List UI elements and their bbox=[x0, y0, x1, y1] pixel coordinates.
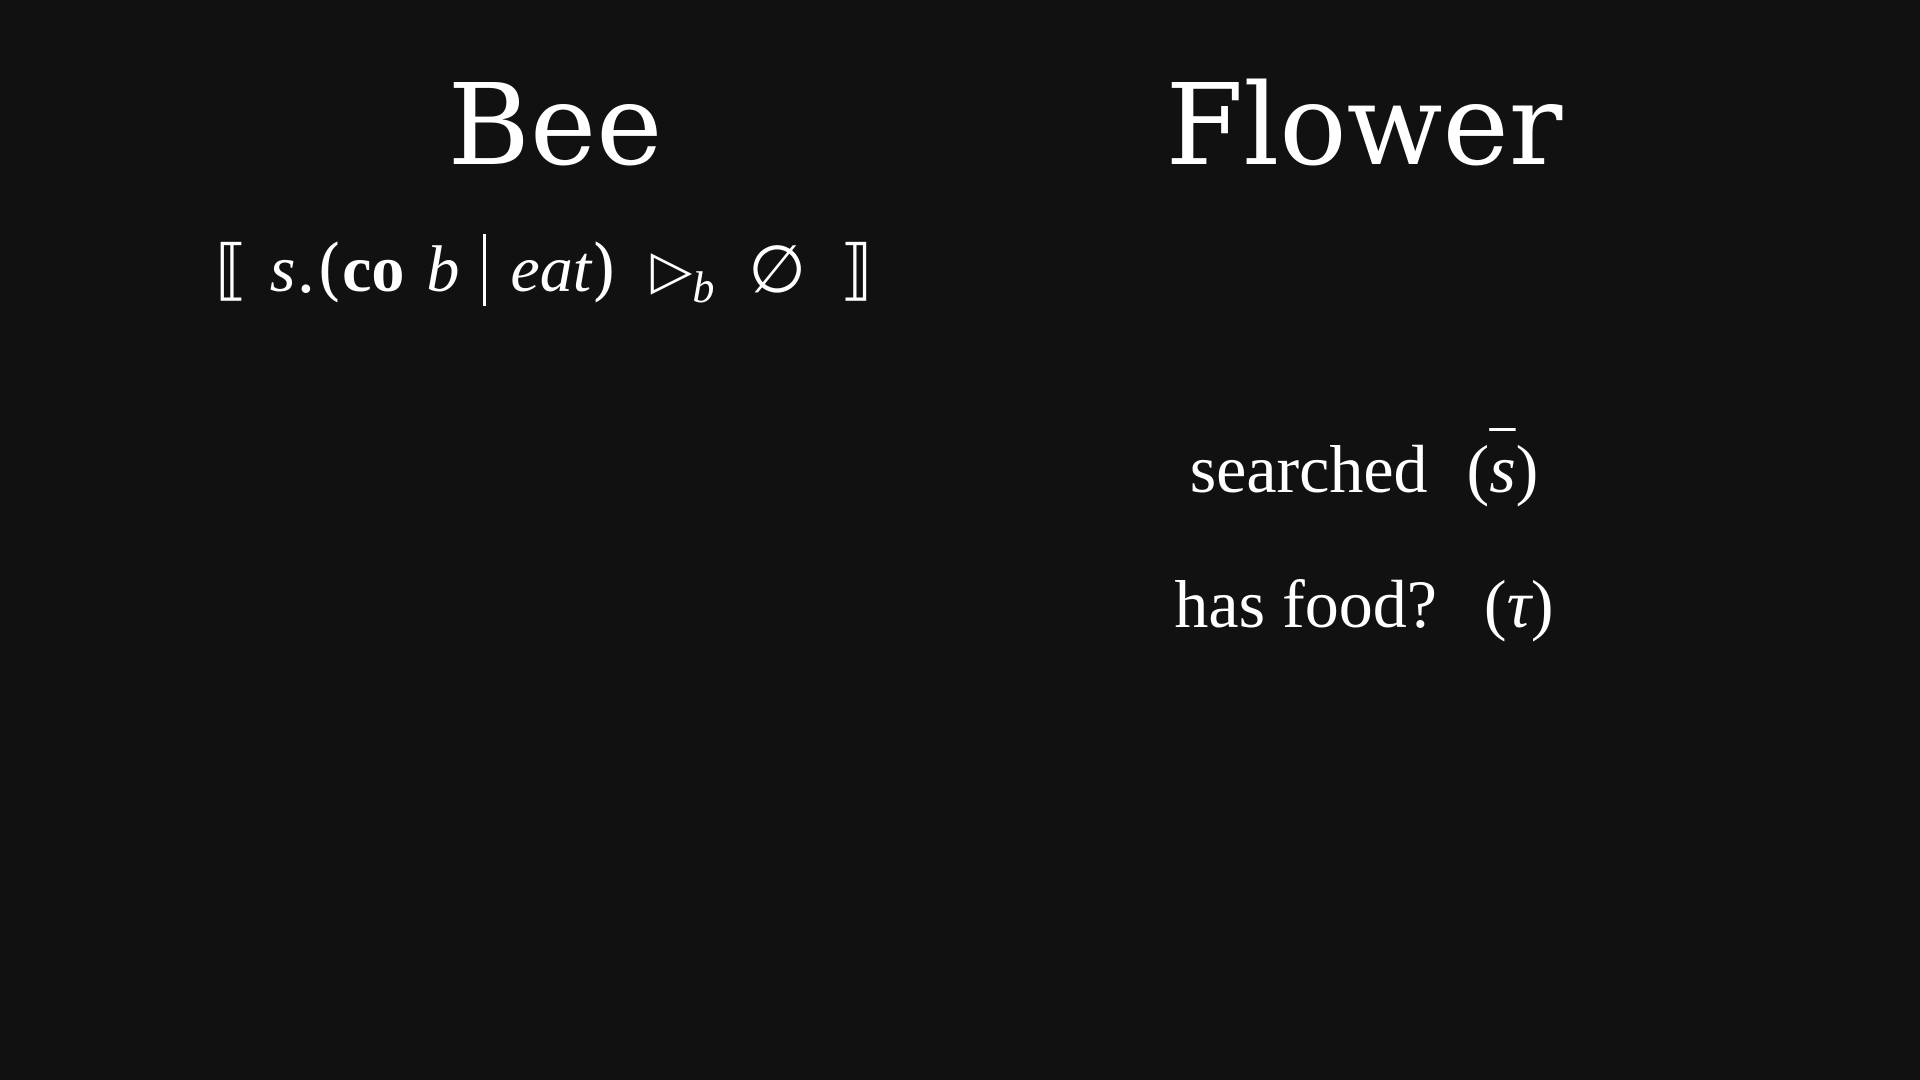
searched-line: searched (s) bbox=[1190, 435, 1539, 503]
flower-title: Flower bbox=[1165, 61, 1563, 191]
formula-b: b bbox=[426, 233, 460, 306]
bee-formula: ⟦ s .( co b eat ) ▷ b ∅ ⟧ bbox=[215, 225, 873, 315]
bee-title: Bee bbox=[447, 61, 663, 191]
searched-close-paren: ) bbox=[1515, 431, 1539, 507]
triangle-operator: ▷ bbox=[650, 238, 693, 301]
parallel-bar bbox=[483, 234, 487, 306]
formula-eat: eat bbox=[510, 233, 592, 306]
food-label: has food? bbox=[1174, 566, 1437, 642]
searched-label: searched bbox=[1189, 431, 1428, 507]
triangle-subscript: b bbox=[692, 263, 715, 312]
food-close-paren: ) bbox=[1530, 566, 1554, 642]
food-line: has food? (τ) bbox=[1174, 570, 1553, 638]
open-semantic-bracket: ⟦ bbox=[215, 231, 248, 308]
searched-symbol: s bbox=[1489, 431, 1516, 507]
formula-close-paren: ) bbox=[591, 231, 617, 308]
slide: Bee Flower ⟦ s .( co b eat ) ▷ b ∅ ⟧ sea… bbox=[0, 0, 1920, 1080]
formula-co: co bbox=[342, 233, 405, 306]
food-symbol: τ bbox=[1506, 566, 1531, 642]
searched-open-paren: ( bbox=[1466, 431, 1490, 507]
close-semantic-bracket: ⟧ bbox=[839, 231, 873, 308]
empty-set: ∅ bbox=[748, 231, 806, 308]
formula-s: s bbox=[269, 233, 296, 306]
formula-dot-paren: .( bbox=[295, 231, 343, 308]
food-open-paren: ( bbox=[1483, 566, 1507, 642]
